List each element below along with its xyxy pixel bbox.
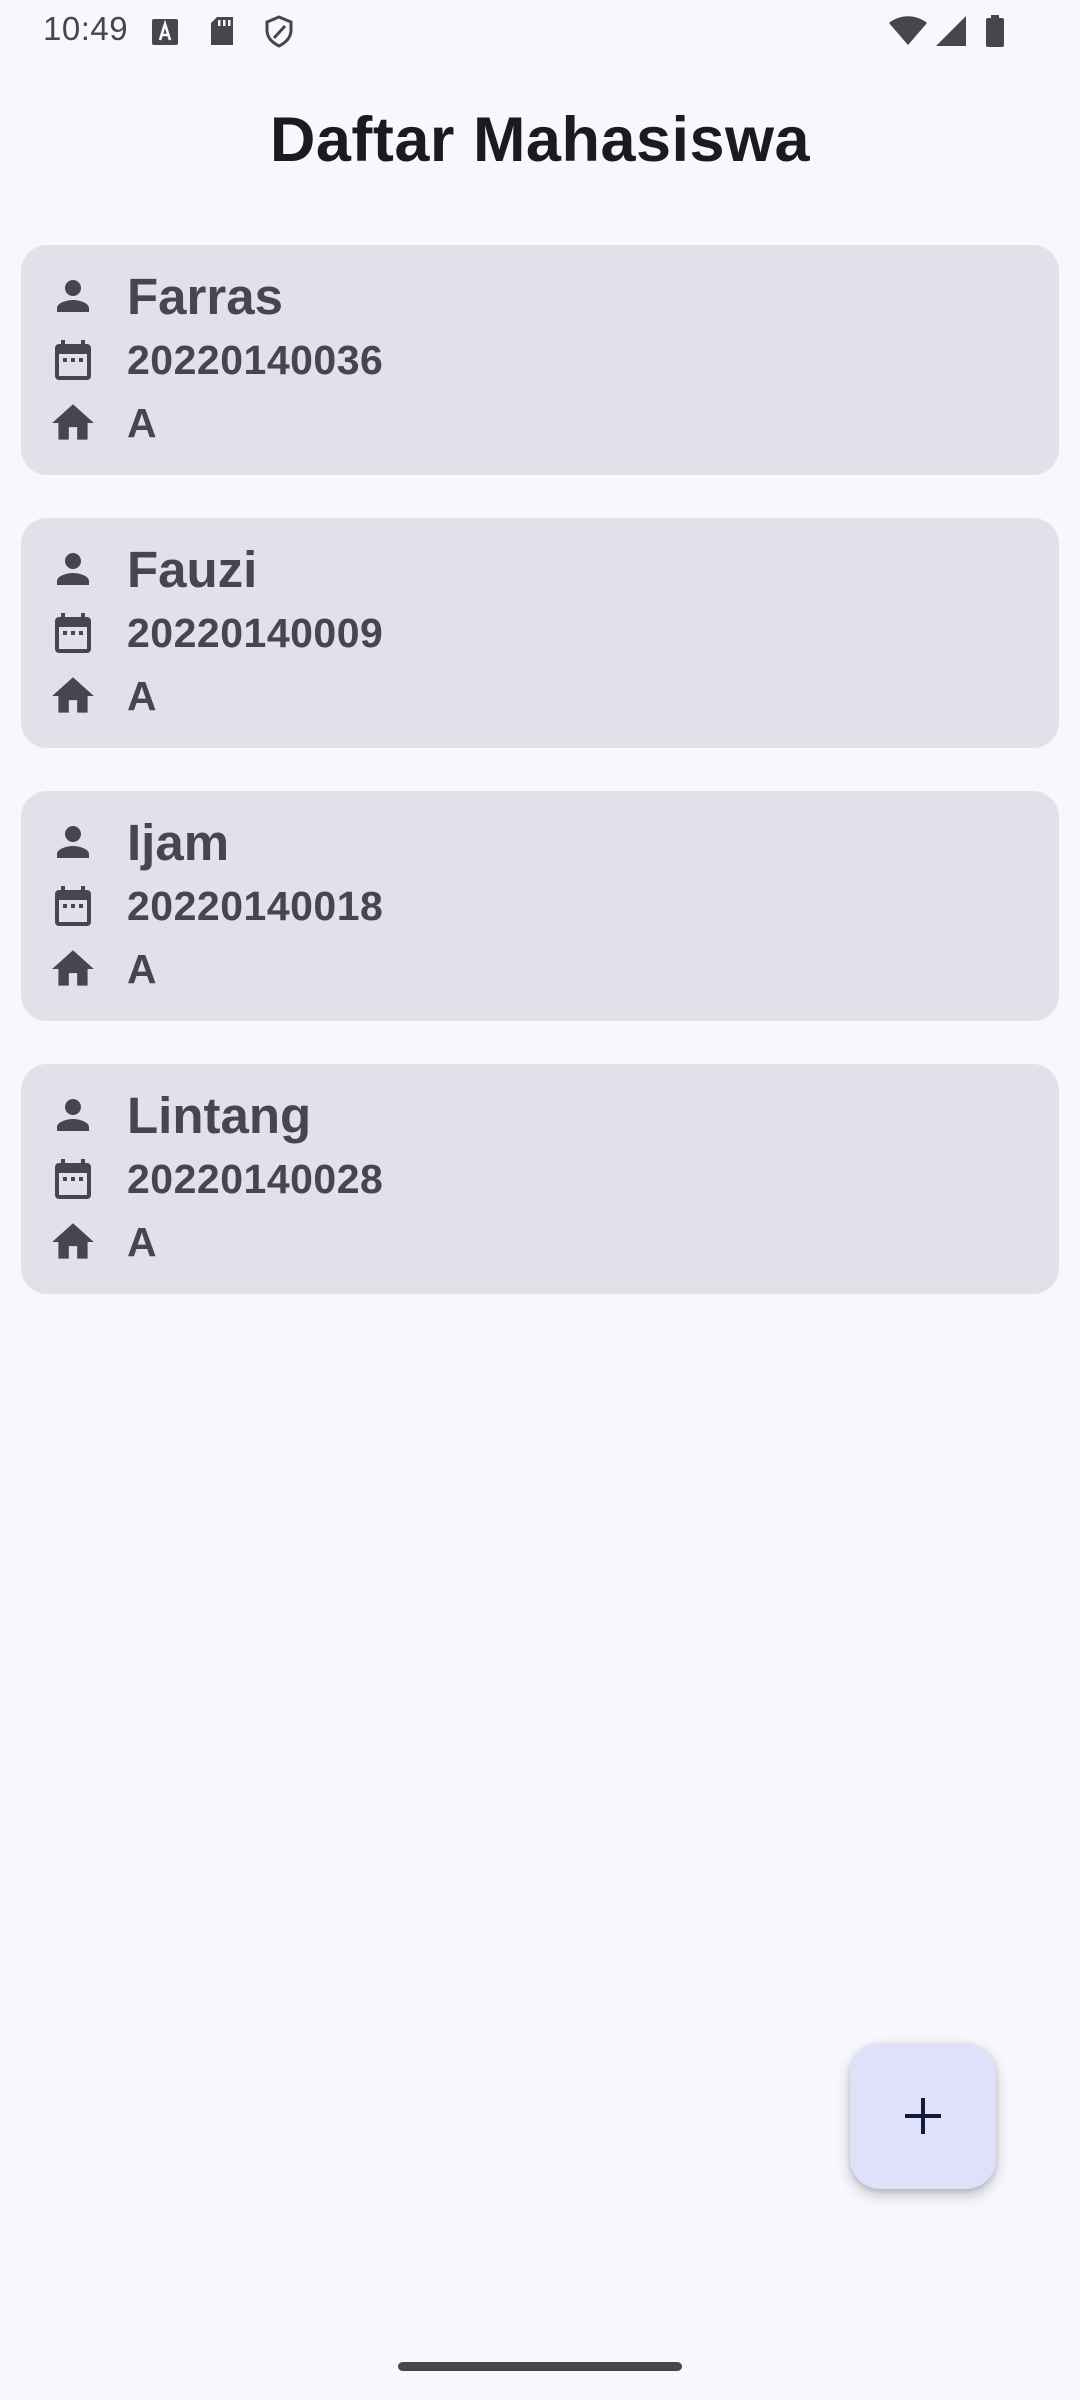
student-list: Farras 20220140036 A Fauzi 20220140009 A…: [21, 245, 1059, 1337]
person-icon: [47, 270, 99, 322]
wifi-icon: [888, 14, 928, 48]
student-nim: 20220140036: [127, 336, 384, 383]
student-name-row: Ijam: [47, 814, 229, 871]
student-nim-row: 20220140009: [47, 607, 383, 659]
calendar-icon: [47, 607, 99, 659]
student-card[interactable]: Farras 20220140036 A: [21, 245, 1059, 475]
student-class-row: A: [47, 670, 157, 722]
home-icon: [47, 397, 99, 449]
student-nim: 20220140018: [127, 882, 384, 929]
student-class-row: A: [47, 397, 157, 449]
calendar-icon: [47, 880, 99, 932]
add-icon: [901, 2094, 945, 2138]
home-icon: [47, 670, 99, 722]
student-name-row: Fauzi: [47, 541, 257, 598]
student-class: A: [127, 1218, 157, 1265]
gesture-nav-handle[interactable]: [398, 2362, 682, 2371]
calendar-icon: [47, 1153, 99, 1205]
status-bar: 10:49: [0, 0, 1080, 62]
person-icon: [47, 816, 99, 868]
calendar-icon: [47, 334, 99, 386]
page-title: Daftar Mahasiswa: [269, 105, 811, 175]
sd-card-icon: [208, 14, 236, 48]
student-name: Fauzi: [127, 540, 258, 598]
cell-signal-icon: [934, 14, 968, 48]
status-time: 10:49: [43, 10, 129, 47]
student-nim-row: 20220140018: [47, 880, 383, 932]
student-class: A: [127, 945, 157, 992]
battery-icon: [984, 14, 1006, 48]
student-card[interactable]: Fauzi 20220140009 A: [21, 518, 1059, 748]
student-name: Farras: [127, 267, 283, 325]
student-card[interactable]: Lintang 20220140028 A: [21, 1064, 1059, 1294]
student-name: Lintang: [127, 1086, 312, 1144]
student-nim-row: 20220140036: [47, 334, 383, 386]
student-name-row: Farras: [47, 268, 283, 325]
student-nim: 20220140028: [127, 1155, 384, 1202]
student-nim: 20220140009: [127, 609, 384, 656]
student-card[interactable]: Ijam 20220140018 A: [21, 791, 1059, 1021]
home-icon: [47, 943, 99, 995]
student-name: Ijam: [127, 813, 230, 871]
student-name-row: Lintang: [47, 1087, 311, 1144]
student-class: A: [127, 399, 157, 446]
student-class-row: A: [47, 1216, 157, 1268]
person-icon: [47, 1089, 99, 1141]
text-a-notification-icon: [150, 14, 180, 48]
home-icon: [47, 1216, 99, 1268]
student-nim-row: 20220140028: [47, 1153, 383, 1205]
add-student-button[interactable]: [850, 2043, 996, 2189]
person-icon: [47, 543, 99, 595]
shield-icon: [264, 14, 294, 48]
student-class-row: A: [47, 943, 157, 995]
student-class: A: [127, 672, 157, 719]
